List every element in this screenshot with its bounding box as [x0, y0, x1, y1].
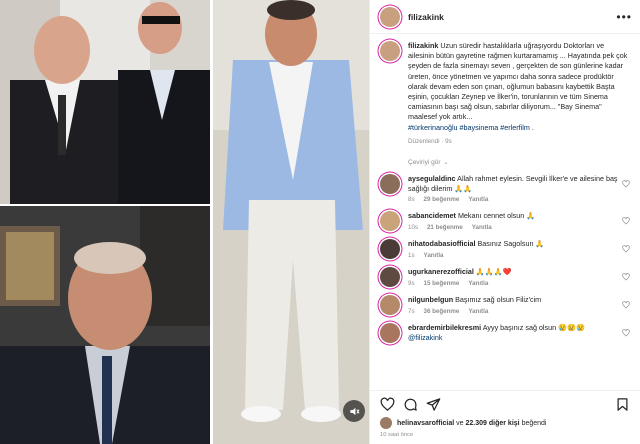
- comment-time: 9s: [408, 279, 415, 287]
- heart-icon[interactable]: [622, 180, 630, 188]
- comment-likes[interactable]: 29 beğenme: [424, 196, 460, 203]
- heart-icon[interactable]: [622, 217, 630, 225]
- more-icon[interactable]: •••: [616, 11, 632, 23]
- post-timestamp: 10 saat önce: [380, 432, 414, 438]
- share-icon[interactable]: [426, 397, 441, 412]
- comment-username[interactable]: nilgunbelgun: [408, 295, 453, 304]
- caption-text: Uzun süredir hastalıklarla uğraşıyordu D…: [408, 41, 628, 122]
- photo-full-body: [213, 0, 369, 444]
- comment-item: nilgunbelgun Başımız sağ olsun Filiz'cim…: [380, 295, 630, 316]
- comment-text: Mekanı cennet olsun 🙏: [457, 211, 536, 221]
- caption-username[interactable]: filizakink: [408, 41, 438, 50]
- comment-username[interactable]: ebrardemirbilekresmi: [408, 323, 481, 332]
- mute-icon: [349, 407, 359, 415]
- comment-item: ebrardemirbilekresmi Ayyy başınız sağ ol…: [380, 323, 630, 344]
- comment-username[interactable]: aysegulaldinc: [408, 174, 456, 183]
- comment-time: 7s: [408, 307, 415, 315]
- likes-count[interactable]: 22.309 diğer kişi: [466, 420, 520, 427]
- save-icon[interactable]: [615, 397, 630, 412]
- comment-time: 8s: [408, 196, 415, 204]
- see-translation-link[interactable]: Çeviriyi gör ⌄: [408, 159, 630, 166]
- comment-username[interactable]: ugurkanerezofficial: [408, 267, 474, 276]
- heart-icon[interactable]: [622, 301, 630, 309]
- reply-button[interactable]: Yanıtla: [468, 196, 488, 203]
- caption-hashtags[interactable]: #türkerinanoğlu #baysinema #erlerfilm .: [408, 123, 630, 133]
- comment-likes[interactable]: 36 beğenme: [424, 308, 460, 315]
- chevron-down-icon: ⌄: [443, 160, 449, 167]
- caption: filizakink Uzun süredir hastalıklarla uğ…: [380, 41, 630, 147]
- heart-icon[interactable]: [622, 245, 630, 253]
- heart-icon[interactable]: [622, 329, 630, 337]
- reply-button[interactable]: Yanıtla: [424, 252, 444, 259]
- avatar[interactable]: [380, 295, 400, 316]
- avatar[interactable]: [380, 417, 392, 429]
- avatar[interactable]: [380, 6, 400, 27]
- avatar[interactable]: [380, 174, 400, 195]
- comment-text: Ayyy başınız sağ olsun 😢😢😢: [482, 323, 585, 333]
- comment-item: ugurkanerezofficial 🙏🙏🙏❤️ 9s 15 beğenme Ya…: [380, 267, 630, 288]
- mute-button[interactable]: [343, 400, 365, 422]
- comment-item: nihatodabasiofficial Basınız Sagolsun 🙏 …: [380, 239, 630, 260]
- comment-text: 🙏🙏🙏❤️: [475, 267, 512, 277]
- comment-likes[interactable]: 15 beğenme: [424, 280, 460, 287]
- heart-icon[interactable]: [622, 273, 630, 281]
- comment-mention[interactable]: @filizakink: [408, 333, 624, 343]
- comment-likes[interactable]: 21 beğenme: [427, 224, 463, 231]
- comments-scroll[interactable]: filizakink Uzun süredir hastalıklarla uğ…: [370, 35, 640, 390]
- header-username[interactable]: filizakink: [408, 12, 444, 22]
- avatar[interactable]: [380, 323, 400, 344]
- comment-text: Basınız Sagolsun 🙏: [477, 239, 545, 249]
- comment-item: aysegulaldinc Allah rahmet eylesin. Sevg…: [380, 174, 630, 203]
- action-bar: [380, 391, 630, 417]
- comment-icon[interactable]: [403, 397, 418, 412]
- likes-summary: helinavsarofficial ve 22.309 diğer kişi …: [380, 417, 630, 429]
- photo-two-men: [0, 0, 210, 204]
- avatar[interactable]: [380, 211, 400, 232]
- reply-button[interactable]: Yanıtla: [472, 224, 492, 231]
- comment-time: 1s: [408, 251, 415, 259]
- avatar[interactable]: [380, 239, 400, 260]
- post-header: filizakink •••: [370, 0, 640, 34]
- reply-button[interactable]: Yanıtla: [468, 280, 488, 287]
- avatar[interactable]: [380, 267, 400, 288]
- heart-icon[interactable]: [380, 397, 395, 412]
- comment-username[interactable]: nihatodabasiofficial: [408, 239, 476, 248]
- avatar[interactable]: [380, 41, 400, 61]
- photo-portrait: [0, 206, 210, 444]
- post-actions: helinavsarofficial ve 22.309 diğer kişi …: [370, 390, 640, 438]
- comment-text: Başımız sağ olsun Filiz'cim: [455, 295, 542, 305]
- comment-username[interactable]: sabancidemet: [408, 211, 456, 220]
- liker-username[interactable]: helinavsarofficial: [397, 420, 454, 427]
- comment-item: sabancidemet Mekanı cennet olsun 🙏 10s 21…: [380, 211, 630, 232]
- post-media[interactable]: [0, 0, 369, 444]
- comment-time: 10s: [408, 223, 418, 231]
- post-panel: filizakink ••• filizakink Uzun süredir h…: [369, 0, 640, 444]
- reply-button[interactable]: Yanıtla: [468, 308, 488, 315]
- edited-label: Düzenlendi · 9s: [408, 137, 452, 145]
